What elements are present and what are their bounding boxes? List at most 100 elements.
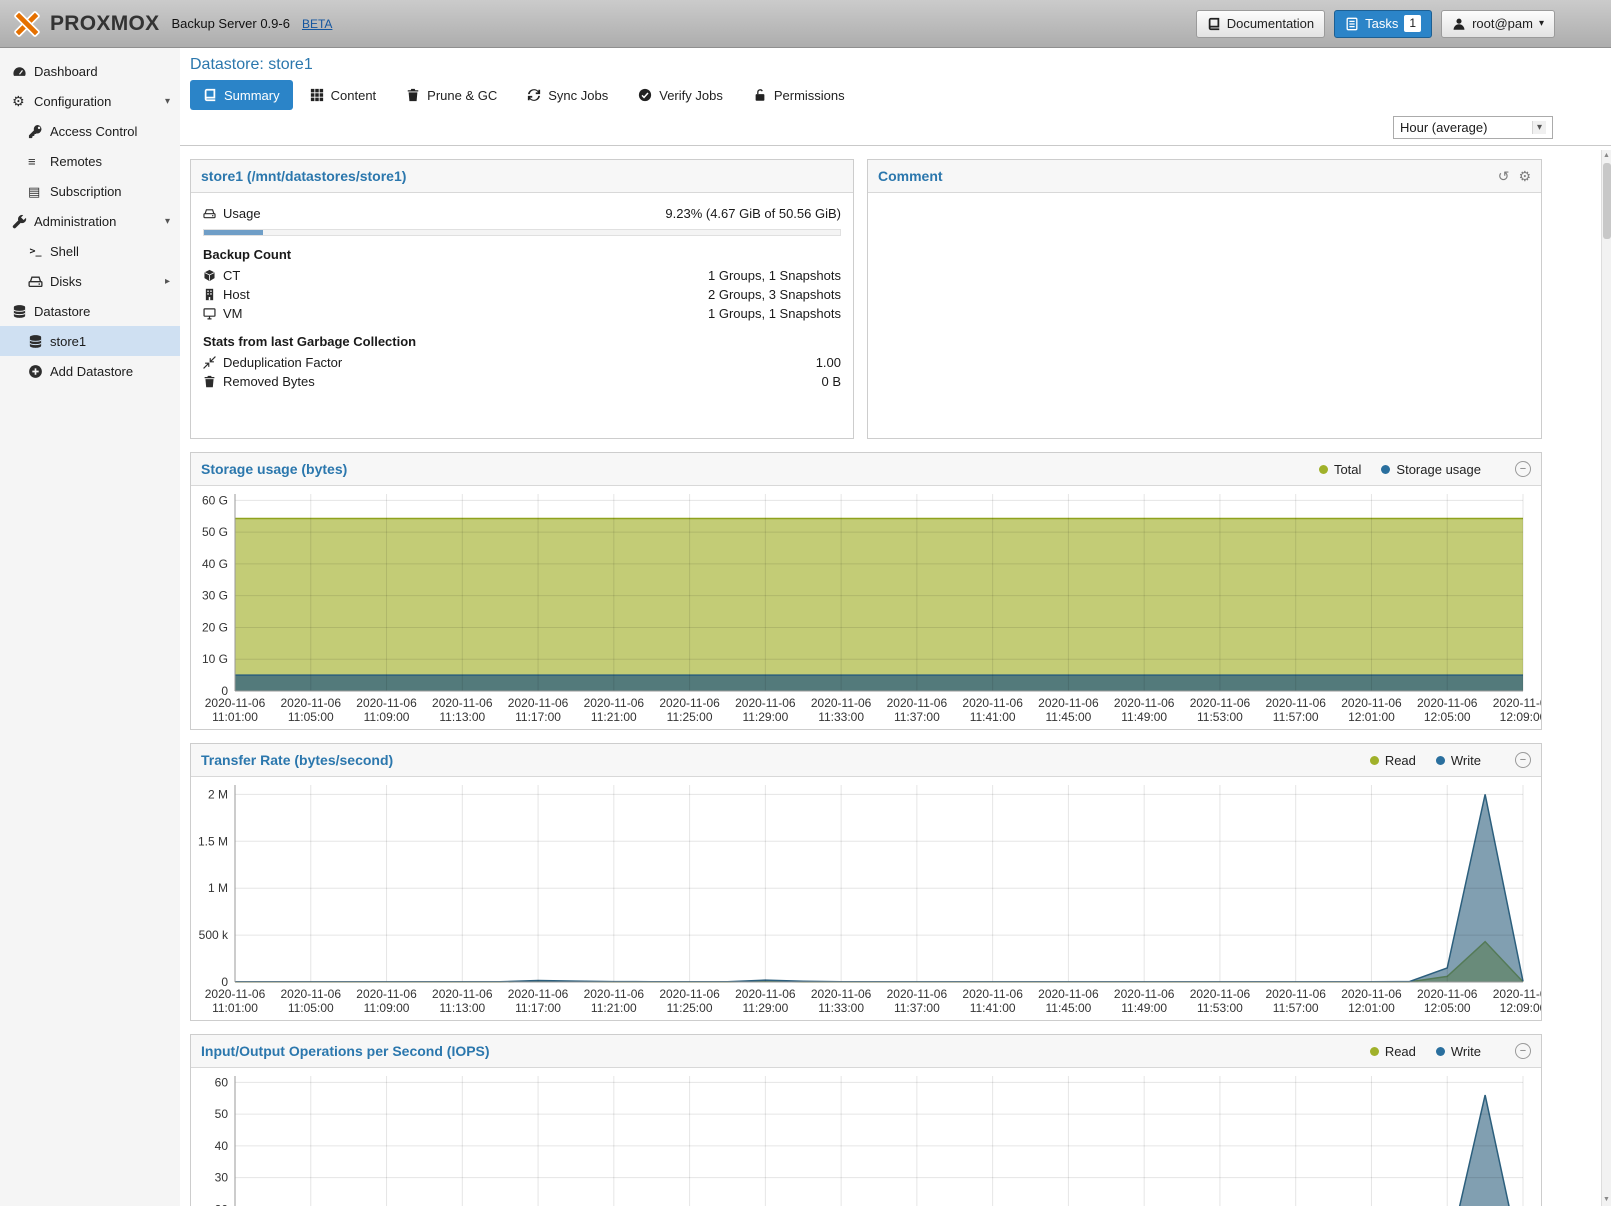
user-menu-button[interactable]: root@pam ▾ (1441, 10, 1555, 38)
svg-text:50: 50 (215, 1107, 229, 1121)
svg-text:2020-11-06: 2020-11-06 (1265, 696, 1326, 710)
collapse-panel-button[interactable]: − (1515, 461, 1531, 477)
legend-dot-read (1370, 756, 1379, 765)
sidebar-item-subscription[interactable]: ▤ Subscription (0, 176, 180, 206)
svg-text:2020-11-06: 2020-11-06 (1417, 696, 1478, 710)
documentation-button[interactable]: Documentation (1196, 10, 1325, 38)
sidebar-item-dashboard[interactable]: Dashboard (0, 56, 180, 86)
removed-bytes-value: 0 B (821, 374, 841, 389)
svg-text:2 M: 2 M (208, 787, 228, 801)
iops-title: Input/Output Operations per Second (IOPS… (201, 1043, 490, 1059)
legend-write: Write (1436, 753, 1481, 768)
svg-text:2020-11-06: 2020-11-06 (356, 987, 417, 1001)
svg-text:2020-11-06: 2020-11-06 (432, 987, 493, 1001)
ct-value: 1 Groups, 1 Snapshots (708, 268, 841, 283)
compress-icon (203, 356, 216, 369)
scrollbar-thumb[interactable] (1603, 163, 1611, 239)
sidebar-item-label: store1 (50, 334, 86, 349)
svg-text:20: 20 (215, 1202, 229, 1206)
gauge-icon (12, 64, 27, 79)
hdd-icon (28, 274, 43, 289)
proxmox-logo (12, 9, 42, 39)
legend-total: Total (1319, 462, 1361, 477)
tab-verify-jobs[interactable]: Verify Jobs (625, 80, 736, 110)
svg-text:2020-11-06: 2020-11-06 (811, 696, 872, 710)
host-label: Host (223, 287, 250, 302)
gear-icon[interactable]: ⚙ (1518, 168, 1531, 185)
vm-count-row: VM 1 Groups, 1 Snapshots (203, 304, 841, 323)
sidebar-item-disks[interactable]: Disks ▸ (0, 266, 180, 296)
hdd-icon (203, 207, 216, 220)
svg-text:11:45:00: 11:45:00 (1045, 1001, 1091, 1015)
task-list-icon (1345, 17, 1359, 31)
sidebar-item-access-control[interactable]: Access Control (0, 116, 180, 146)
svg-text:11:53:00: 11:53:00 (1197, 1001, 1243, 1015)
book-icon (203, 88, 217, 102)
svg-text:11:01:00: 11:01:00 (212, 1001, 258, 1015)
sidebar-item-remotes[interactable]: ≡ Remotes (0, 146, 180, 176)
svg-text:40: 40 (215, 1139, 229, 1153)
svg-text:11:13:00: 11:13:00 (439, 710, 485, 724)
sidebar-item-shell[interactable]: >_ Shell (0, 236, 180, 266)
page-title: Datastore: store1 (180, 48, 1611, 80)
sidebar-item-label: Administration (34, 214, 116, 229)
storage-usage-title: Storage usage (bytes) (201, 461, 347, 477)
expander-down-icon[interactable]: ▾ (165, 96, 170, 107)
svg-text:11:17:00: 11:17:00 (515, 710, 561, 724)
usage-progress-fill (204, 230, 263, 235)
scroll-down-arrow[interactable]: ▼ (1602, 1194, 1611, 1206)
svg-text:500 k: 500 k (199, 928, 229, 942)
tab-permissions[interactable]: Permissions (740, 80, 858, 110)
collapse-panel-button[interactable]: − (1515, 752, 1531, 768)
svg-text:11:33:00: 11:33:00 (818, 710, 864, 724)
svg-text:60 G: 60 G (202, 493, 228, 507)
sidebar-item-add-datastore[interactable]: Add Datastore (0, 356, 180, 386)
svg-text:2020-11-06: 2020-11-06 (1190, 987, 1251, 1001)
expander-down-icon[interactable]: ▾ (165, 216, 170, 227)
sidebar-item-configuration[interactable]: ⚙ Configuration ▾ (0, 86, 180, 116)
legend-dot-write (1436, 756, 1445, 765)
legend-read: Read (1370, 753, 1416, 768)
tab-label: Permissions (774, 88, 845, 103)
storage-usage-header: Storage usage (bytes) Total Storage usag… (191, 453, 1541, 486)
tab-label: Summary (224, 88, 280, 103)
legend-dot-total (1319, 465, 1328, 474)
removed-bytes-label: Removed Bytes (223, 374, 315, 389)
tab-prune-gc[interactable]: Prune & GC (393, 80, 510, 110)
sidebar-item-datastore[interactable]: Datastore (0, 296, 180, 326)
svg-text:2020-11-06: 2020-11-06 (1038, 696, 1099, 710)
tab-content[interactable]: Content (297, 80, 390, 110)
tasks-button[interactable]: Tasks 1 (1334, 10, 1432, 38)
dedup-label: Deduplication Factor (223, 355, 342, 370)
collapse-panel-button[interactable]: − (1515, 1043, 1531, 1059)
sidebar-item-store1[interactable]: store1 (0, 326, 180, 356)
database-icon (28, 334, 43, 349)
time-range-select[interactable]: Hour (average) ▾ (1393, 116, 1553, 139)
host-value: 2 Groups, 3 Snapshots (708, 287, 841, 302)
svg-text:2020-11-06: 2020-11-06 (962, 696, 1023, 710)
refresh-icon[interactable]: ↺ (1498, 168, 1510, 185)
tab-summary[interactable]: Summary (190, 80, 293, 110)
summary-panel-header: store1 (/mnt/datastores/store1) (191, 160, 853, 193)
svg-text:2020-11-06: 2020-11-06 (1265, 987, 1326, 1001)
vertical-scrollbar[interactable]: ▲ ▼ (1601, 150, 1611, 1206)
chevron-down-icon: ▾ (1539, 19, 1544, 29)
svg-text:11:29:00: 11:29:00 (742, 710, 788, 724)
svg-text:11:57:00: 11:57:00 (1273, 1001, 1319, 1015)
scroll-up-arrow[interactable]: ▲ (1602, 150, 1611, 162)
dedup-value: 1.00 (816, 355, 841, 370)
expander-right-icon[interactable]: ▸ (165, 276, 170, 287)
svg-text:11:25:00: 11:25:00 (667, 710, 713, 724)
comment-body[interactable] (868, 193, 1541, 438)
comment-panel-title: Comment (878, 168, 943, 184)
svg-text:1.5 M: 1.5 M (198, 834, 228, 848)
sidebar-item-administration[interactable]: Administration ▾ (0, 206, 180, 236)
beta-link[interactable]: BETA (302, 17, 332, 31)
summary-toolbar: Hour (average) ▾ (180, 110, 1611, 146)
user-icon (1452, 17, 1466, 31)
svg-text:30 G: 30 G (202, 589, 228, 603)
svg-text:2020-11-06: 2020-11-06 (584, 987, 645, 1001)
dedup-row: Deduplication Factor 1.00 (203, 353, 841, 372)
key-icon (28, 124, 43, 139)
tab-sync-jobs[interactable]: Sync Jobs (514, 80, 621, 110)
